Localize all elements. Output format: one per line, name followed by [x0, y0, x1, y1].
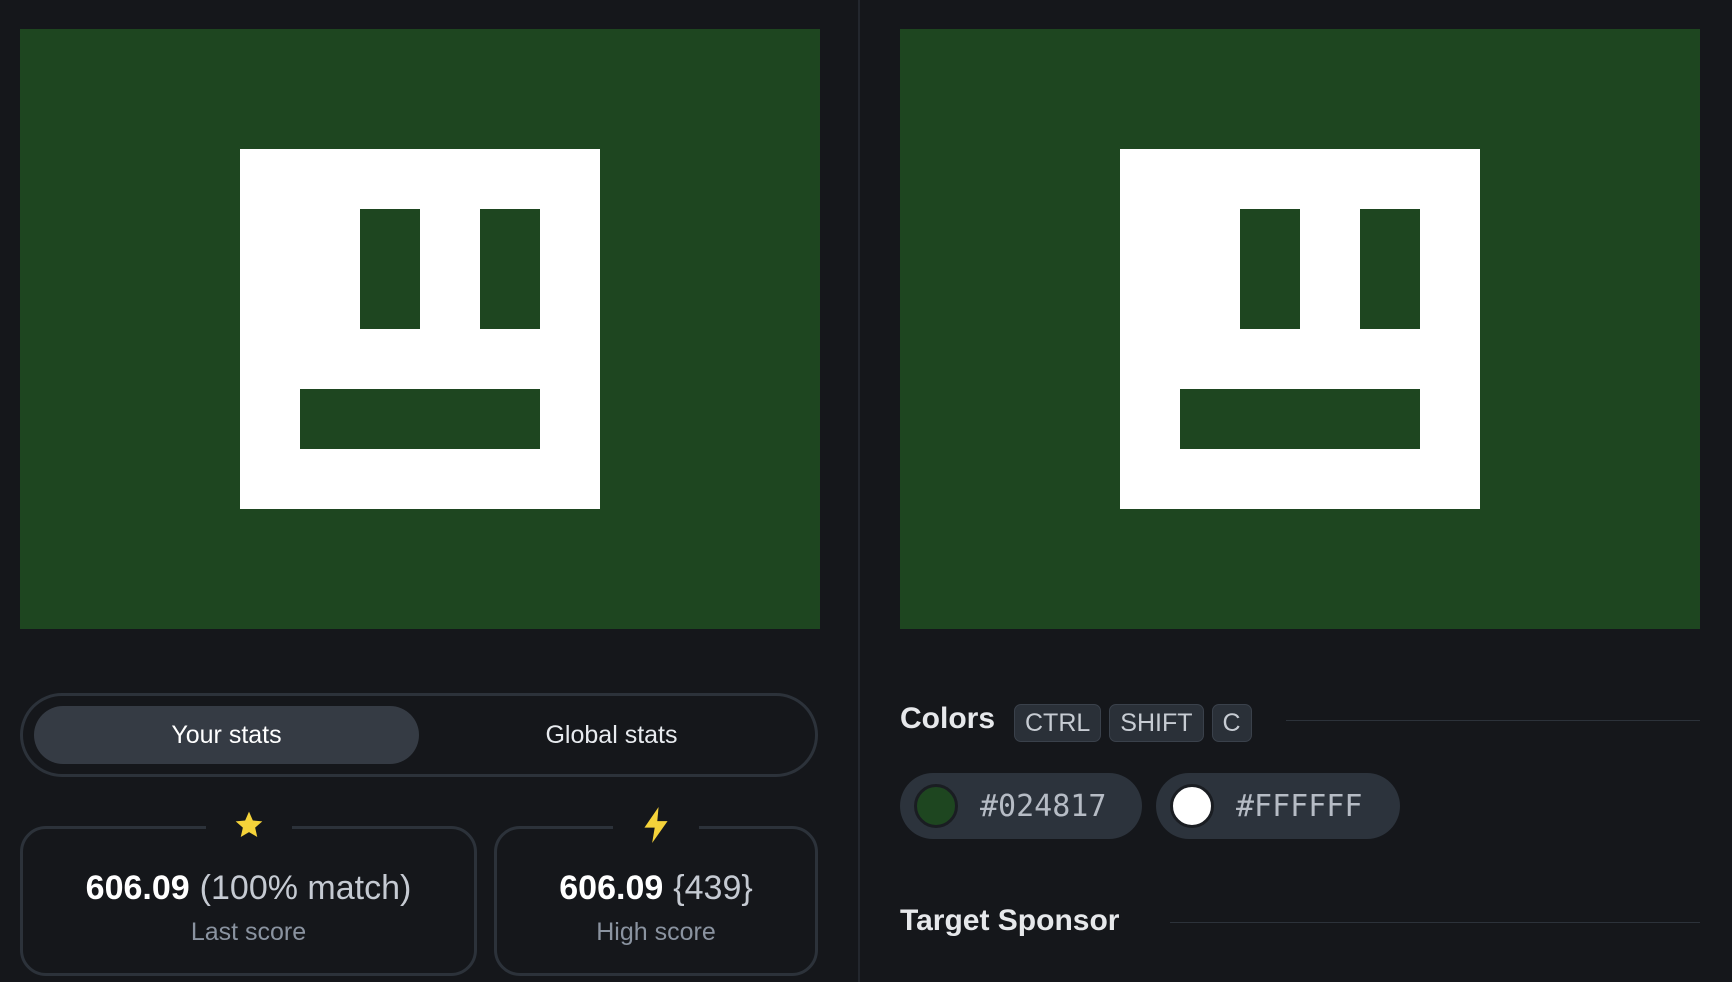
shortcut-key: SHIFT: [1109, 704, 1204, 742]
lightning-icon: [613, 805, 699, 845]
shortcut-key: C: [1211, 704, 1252, 742]
high-score-label: High score: [596, 918, 716, 946]
high-score-rank: {439}: [673, 869, 753, 907]
left-eye-block: [360, 209, 420, 329]
section-rule: [1286, 720, 1700, 721]
copy-colors-shortcut: CTRL SHIFT C: [1014, 704, 1252, 742]
face-square: [240, 149, 600, 509]
panel-divider: [858, 0, 860, 982]
colors-heading: Colors: [900, 702, 996, 735]
color-swatch[interactable]: #FFFFFF: [1156, 773, 1400, 839]
last-score-card: 606.09 (100% match) Last score: [20, 805, 477, 976]
section-rule: [1170, 922, 1700, 923]
color-dot: [1170, 784, 1214, 828]
tab-your-stats[interactable]: Your stats: [34, 706, 419, 764]
target-canvas: [900, 29, 1700, 629]
high-score-value: 606.09: [559, 869, 664, 907]
left-eye-block: [1240, 209, 1300, 329]
face-square: [1120, 149, 1480, 509]
shortcut-key: CTRL: [1014, 704, 1102, 742]
color-dot: [914, 784, 958, 828]
color-hex: #024817: [980, 788, 1107, 824]
tab-global-stats[interactable]: Global stats: [419, 706, 804, 764]
star-icon: [205, 805, 292, 845]
stats-toggle: Your stats Global stats: [20, 693, 818, 777]
color-hex: #FFFFFF: [1236, 788, 1363, 824]
last-score-match: (100% match): [199, 869, 412, 907]
output-canvas: [20, 29, 820, 629]
last-score-value: 606.09: [85, 869, 190, 907]
target-sponsor-heading: Target Sponsor: [900, 904, 1120, 937]
high-score-card: 606.09 {439} High score: [494, 805, 818, 976]
mouth-block: [300, 389, 540, 449]
right-eye-block: [480, 209, 540, 329]
battle-page: Your stats Global stats 606.09 (100% matc…: [0, 0, 1732, 982]
right-eye-block: [1360, 209, 1420, 329]
last-score-label: Last score: [190, 918, 307, 946]
color-swatch[interactable]: #024817: [900, 773, 1142, 839]
mouth-block: [1180, 389, 1420, 449]
